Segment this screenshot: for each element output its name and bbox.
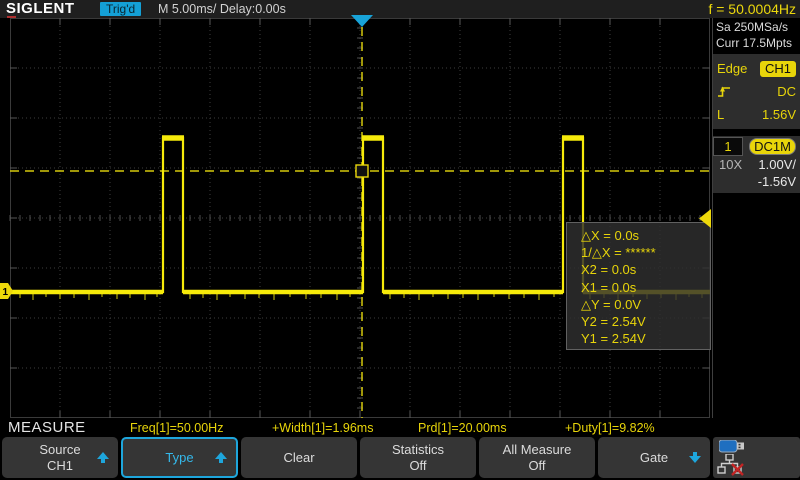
usb-icon <box>719 440 749 453</box>
cursor-readout-line: △X = 0.0s <box>581 227 710 244</box>
measurement-readout: +Duty[1]=9.82% <box>565 421 655 435</box>
sample-rate: Sa 250MSa/s <box>713 18 800 34</box>
softkey-all-measure[interactable]: All MeasureOff <box>479 437 595 478</box>
menu-up-arrow-icon <box>97 452 109 464</box>
trigger-level-value: 1.56V <box>762 107 796 122</box>
trigger-type: Edge <box>717 61 747 76</box>
cursor-readout-line: 1/△X = ****** <box>581 244 710 261</box>
softkey-sublabel: CH1 <box>47 458 73 474</box>
cursor-readout-line: X1 = 0.0s <box>581 279 710 296</box>
softkey-label: Source <box>39 442 80 458</box>
measurement-readout: +Width[1]=1.96ms <box>272 421 373 435</box>
trigger-coupling: DC <box>777 84 796 99</box>
graticule: 1 <box>0 0 712 436</box>
channel-info-box[interactable]: 1 DC1M 10X 1.00V/ -1.56V <box>713 136 800 193</box>
softkey-sublabel: Off <box>528 458 545 474</box>
lan-disconnected-icon <box>717 454 747 476</box>
trigger-position-marker[interactable] <box>351 15 373 27</box>
softkey-menu: SourceCH1TypeClearStatisticsOffAll Measu… <box>0 436 800 480</box>
softkey-label: Clear <box>283 450 314 466</box>
softkey-statistics[interactable]: StatisticsOff <box>360 437 476 478</box>
cursor-readout-line: Y2 = 2.54V <box>581 313 710 330</box>
softkey-source[interactable]: SourceCH1 <box>2 437 118 478</box>
softkey-gate[interactable]: Gate <box>598 437 710 478</box>
softkey-type[interactable]: Type <box>121 437 238 478</box>
menu-down-arrow-icon <box>689 452 701 464</box>
cursor-readout-line: △Y = 0.0V <box>581 296 710 313</box>
channel-coupling-badge: DC1M <box>749 138 796 155</box>
vertical-scale: 1.00V/ <box>758 157 796 172</box>
measure-bar: MEASURE Freq[1]=50.00Hz +Width[1]=1.96ms P… <box>0 418 800 436</box>
softkey-label: All Measure <box>503 442 572 458</box>
trigger-level-label: L <box>717 107 724 122</box>
softkey-sublabel: Off <box>409 458 426 474</box>
cursor-readout-line: Y1 = 2.54V <box>581 330 710 347</box>
trigger-info-box[interactable]: Edge CH1 DC L 1.56V <box>713 54 800 129</box>
menu-up-arrow-icon <box>215 452 227 464</box>
memory-depth: Curr 17.5Mpts <box>713 34 800 50</box>
oscilloscope-screen: SIGLENT Trig'd M 5.00ms/ Delay:0.00s f =… <box>0 0 800 480</box>
vertical-offset: -1.56V <box>758 174 796 189</box>
softkey-label: Type <box>165 450 193 466</box>
measure-title: MEASURE <box>8 419 86 436</box>
measurement-readout: Prd[1]=20.00ms <box>418 421 507 435</box>
cursor-readout-panel: △X = 0.0s1/△X = ******X2 = 0.0sX1 = 0.0s… <box>566 222 711 350</box>
softkey-clear[interactable]: Clear <box>241 437 357 478</box>
cursor-handle[interactable] <box>356 165 368 177</box>
trigger-source-badge: CH1 <box>760 61 796 77</box>
softkey-label: Gate <box>640 450 668 466</box>
rising-edge-icon <box>717 85 731 98</box>
status-icon-panel <box>713 437 800 478</box>
right-sidebar: Sa 250MSa/s Curr 17.5Mpts Edge CH1 DC L … <box>712 18 800 418</box>
svg-text:1: 1 <box>3 287 9 298</box>
cursor-readout-line: X2 = 0.0s <box>581 261 710 278</box>
trigger-level-marker[interactable] <box>698 209 711 228</box>
softkey-label: Statistics <box>392 442 444 458</box>
measurement-readout: Freq[1]=50.00Hz <box>130 421 223 435</box>
channel-number-tab: 1 <box>713 137 743 156</box>
probe-attenuation: 10X <box>719 157 742 172</box>
frequency-counter: f = 50.0004Hz <box>708 1 796 17</box>
